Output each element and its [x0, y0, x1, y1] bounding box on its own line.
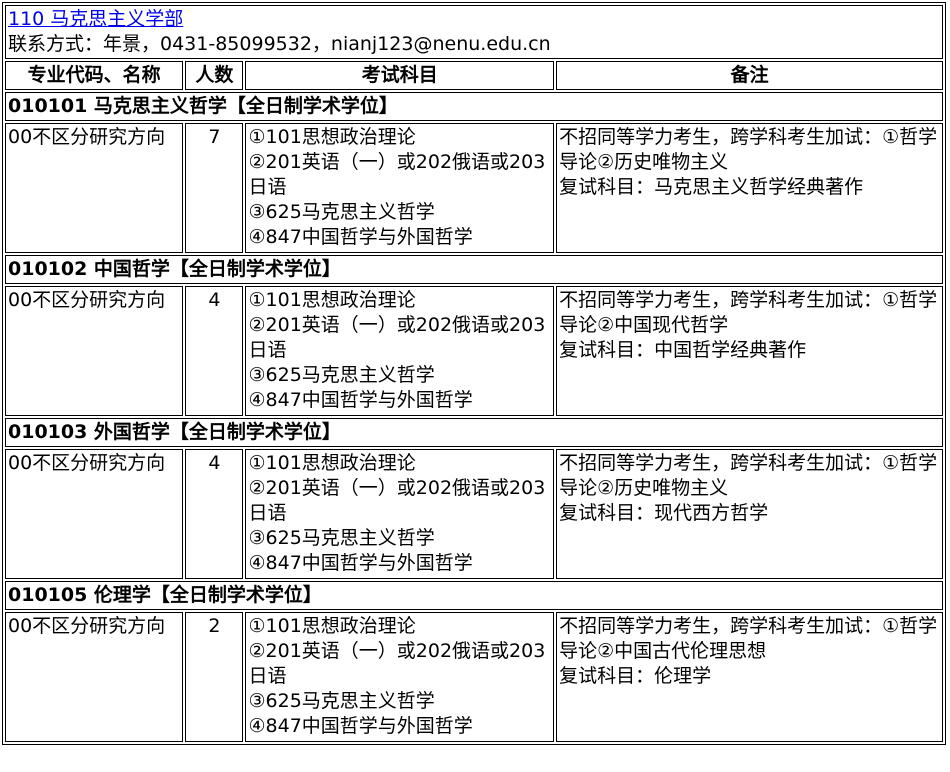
- enrollment-count: 4: [185, 286, 244, 416]
- exam-subject-item: ①101思想政治理论: [248, 126, 416, 148]
- major-title-row: 010101 马克思主义哲学【全日制学术学位】: [5, 92, 943, 121]
- exam-subject-item: ③625马克思主义哲学: [248, 527, 435, 549]
- enrollment-count: 2: [185, 612, 244, 742]
- column-header-row: 专业代码、名称 人数 考试科目 备注: [5, 61, 943, 90]
- contact-info: 联系方式：年景，0431-85099532，nianj123@nenu.edu.…: [8, 33, 551, 55]
- remark-item: 复试科目：现代西方哲学: [559, 502, 769, 524]
- major-detail-row: 00不区分研究方向 7 ①101思想政治理论 ②201英语（一）或202俄语或203日…: [5, 123, 943, 253]
- remark-item: 复试科目：中国哲学经典著作: [559, 339, 807, 361]
- exam-subject-item: ②201英语（一）或202俄语或203日语: [248, 477, 546, 524]
- column-header-notes: 备注: [556, 61, 943, 90]
- exam-subject-item: ④847中国哲学与外国哲学: [248, 552, 473, 574]
- exam-subject-item: ③625马克思主义哲学: [248, 201, 435, 223]
- major-title-row: 010102 中国哲学【全日制学术学位】: [5, 255, 943, 284]
- major-title: 010102 中国哲学【全日制学术学位】: [5, 255, 943, 284]
- enrollment-count: 4: [185, 449, 244, 579]
- major-title: 010103 外国哲学【全日制学术学位】: [5, 418, 943, 447]
- major-title-row: 010103 外国哲学【全日制学术学位】: [5, 418, 943, 447]
- exam-subject-item: ①101思想政治理论: [248, 452, 416, 474]
- remark-item: 复试科目：伦理学: [559, 665, 712, 687]
- remark-item: 不招同等学力考生，跨学科考生加试：①哲学导论②中国古代伦理思想: [559, 615, 938, 662]
- exam-subject-item: ②201英语（一）或202俄语或203日语: [248, 314, 546, 361]
- major-detail-row: 00不区分研究方向 2 ①101思想政治理论 ②201英语（一）或202俄语或203日…: [5, 612, 943, 742]
- column-header-count: 人数: [185, 61, 244, 90]
- exam-subject-item: ④847中国哲学与外国哲学: [248, 226, 473, 248]
- department-row: 110 马克思主义学部 联系方式：年景，0431-85099532，nianj1…: [5, 5, 943, 59]
- department-header-cell: 110 马克思主义学部 联系方式：年景，0431-85099532，nianj1…: [5, 5, 943, 59]
- exam-subjects: ①101思想政治理论 ②201英语（一）或202俄语或203日语 ③625马克思主义…: [245, 123, 555, 253]
- remarks: 不招同等学力考生，跨学科考生加试：①哲学导论②历史唯物主义复试科目：现代西方哲学: [556, 449, 943, 579]
- remarks: 不招同等学力考生，跨学科考生加试：①哲学导论②历史唯物主义复试科目：马克思主义哲…: [556, 123, 943, 253]
- major-detail-row: 00不区分研究方向 4 ①101思想政治理论 ②201英语（一）或202俄语或203日…: [5, 286, 943, 416]
- research-direction: 00不区分研究方向: [5, 449, 184, 579]
- exam-subject-item: ④847中国哲学与外国哲学: [248, 389, 473, 411]
- exam-subjects: ①101思想政治理论 ②201英语（一）或202俄语或203日语 ③625马克思主义…: [245, 449, 555, 579]
- major-title: 010105 伦理学【全日制学术学位】: [5, 581, 943, 610]
- exam-subjects: ①101思想政治理论 ②201英语（一）或202俄语或203日语 ③625马克思主义…: [245, 286, 555, 416]
- exam-subject-item: ③625马克思主义哲学: [248, 364, 435, 386]
- department-link[interactable]: 110 马克思主义学部: [8, 8, 183, 30]
- exam-subject-item: ②201英语（一）或202俄语或203日语: [248, 640, 546, 687]
- exam-subject-item: ③625马克思主义哲学: [248, 690, 435, 712]
- major-detail-row: 00不区分研究方向 4 ①101思想政治理论 ②201英语（一）或202俄语或203日…: [5, 449, 943, 579]
- research-direction: 00不区分研究方向: [5, 286, 184, 416]
- exam-subject-item: ④847中国哲学与外国哲学: [248, 715, 473, 737]
- enrollment-count: 7: [185, 123, 244, 253]
- research-direction: 00不区分研究方向: [5, 612, 184, 742]
- major-title-row: 010105 伦理学【全日制学术学位】: [5, 581, 943, 610]
- remark-item: 复试科目：马克思主义哲学经典著作: [559, 176, 864, 198]
- exam-subject-item: ①101思想政治理论: [248, 615, 416, 637]
- exam-subjects: ①101思想政治理论 ②201英语（一）或202俄语或203日语 ③625马克思主义…: [245, 612, 555, 742]
- admissions-table: 110 马克思主义学部 联系方式：年景，0431-85099532，nianj1…: [2, 2, 946, 745]
- exam-subject-item: ②201英语（一）或202俄语或203日语: [248, 151, 546, 198]
- major-title: 010101 马克思主义哲学【全日制学术学位】: [5, 92, 943, 121]
- remarks: 不招同等学力考生，跨学科考生加试：①哲学导论②中国古代伦理思想复试科目：伦理学: [556, 612, 943, 742]
- column-header-subjects: 考试科目: [245, 61, 555, 90]
- research-direction: 00不区分研究方向: [5, 123, 184, 253]
- exam-subject-item: ①101思想政治理论: [248, 289, 416, 311]
- remark-item: 不招同等学力考生，跨学科考生加试：①哲学导论②中国现代哲学: [559, 289, 938, 336]
- remark-item: 不招同等学力考生，跨学科考生加试：①哲学导论②历史唯物主义: [559, 126, 938, 173]
- remark-item: 不招同等学力考生，跨学科考生加试：①哲学导论②历史唯物主义: [559, 452, 938, 499]
- column-header-major: 专业代码、名称: [5, 61, 184, 90]
- remarks: 不招同等学力考生，跨学科考生加试：①哲学导论②中国现代哲学复试科目：中国哲学经典…: [556, 286, 943, 416]
